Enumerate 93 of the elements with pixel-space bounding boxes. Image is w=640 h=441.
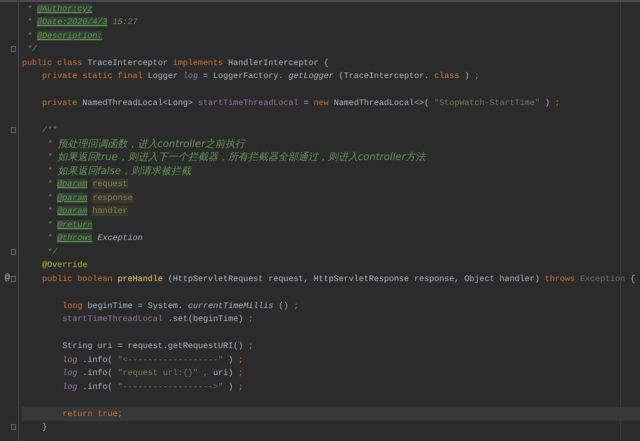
doc-comment: */ [27, 44, 38, 54]
keyword: public class [22, 58, 82, 68]
doc-tag: @param [57, 179, 88, 190]
code-text: (HttpServletRequest request, HttpServletResponse response, Object handler) [168, 274, 540, 284]
doc-tag: @param [57, 206, 88, 216]
doc-comment: * [47, 152, 52, 162]
static-field: log [62, 354, 78, 365]
code-text: = LoggerFactory. [203, 71, 284, 82]
keyword: public boolean [42, 274, 113, 284]
param-name: handler [92, 206, 128, 216]
keyword: , [203, 368, 208, 378]
string-literal: "request url:{}" [118, 368, 198, 378]
code-text: { [630, 274, 636, 284]
code-text: } [42, 422, 48, 432]
doc-comment: * [47, 220, 52, 230]
keyword: ; [238, 382, 244, 392]
code-text: String uri = request.getRequestURI() [62, 341, 244, 352]
keyword: throws [544, 274, 575, 284]
keyword: private [42, 98, 78, 108]
code-text: Logger [148, 71, 178, 82]
code-text: .info( [82, 368, 113, 378]
doc-comment: * [47, 166, 52, 176]
doc-comment: * [47, 138, 52, 149]
static-field: log [62, 382, 78, 392]
code-text: ) [544, 98, 550, 108]
doc-comment: 15:27 [112, 17, 138, 28]
code-text: TraceInterceptor [87, 58, 168, 68]
doc-comment: 预处理回调函数，进入controller之前执行 [57, 138, 246, 151]
keyword: ; [248, 314, 254, 324]
doc-comment: /** [42, 125, 58, 136]
fold-icon[interactable] [11, 276, 16, 282]
doc-comment: * [47, 233, 52, 244]
doc-comment: */ [47, 246, 58, 257]
code-text: NamedThreadLocal<>( [334, 98, 430, 108]
keyword: private static final [42, 71, 143, 82]
param-name: request [92, 179, 128, 190]
keyword: ; [248, 341, 254, 352]
exception-type: Exception [97, 233, 143, 244]
doc-comment: * [47, 192, 52, 203]
code-text: ) [228, 354, 234, 365]
code-text: = [304, 98, 309, 108]
code-text: (TraceInterceptor. [338, 71, 430, 82]
doc-tag: @Description: [37, 30, 102, 41]
code-text: ) [464, 71, 470, 82]
doc-comment: * [27, 17, 32, 28]
doc-tag: @Date:2020/4/3 [37, 17, 108, 28]
keyword: ; [238, 354, 244, 365]
code-text: HandlerInterceptor { [228, 58, 329, 68]
keyword: ; [554, 98, 560, 108]
string-literal: "------------------>" [118, 382, 224, 392]
keyword: return true; [62, 408, 123, 419]
doc-tag: @return [57, 220, 92, 230]
annotation: @Override [42, 260, 88, 270]
code-text: .info( [82, 382, 113, 392]
code-text: beginTime = System. [87, 300, 183, 311]
fold-icon[interactable] [11, 248, 16, 255]
doc-comment: * [47, 206, 52, 216]
code-text: .info( [82, 354, 113, 365]
static-method-call: currentTimeMillis [188, 300, 274, 311]
method-name: preHandle [118, 274, 163, 284]
doc-tag: @throws [57, 233, 92, 244]
keyword: ; [238, 368, 244, 378]
keyword: ; [294, 300, 299, 311]
doc-tag: @param [57, 192, 88, 203]
field-name: startTimeThreadLocal [62, 314, 163, 324]
keyword: class [434, 71, 460, 82]
unused-type: Exception [580, 274, 626, 284]
keyword: implements [172, 58, 224, 68]
static-method-call: getLogger [288, 71, 334, 82]
keyword: new [314, 98, 329, 108]
doc-comment: * [27, 30, 32, 41]
doc-comment: 如果返回true，则进入下一个拦截器，所有拦截器全部通过，则进入controller方法 [57, 150, 426, 164]
fold-icon[interactable] [11, 127, 16, 134]
static-field: log [182, 71, 198, 82]
string-literal: "<------------------" [118, 354, 224, 365]
doc-comment: 如果返回false，则请求被拦截 [57, 164, 192, 178]
override-marker[interactable]: @ [4, 274, 10, 284]
fold-icon[interactable] [11, 424, 16, 430]
param-name: response [92, 192, 133, 203]
field-name: startTimeThreadLocal [198, 98, 299, 108]
code-text: ) [228, 382, 234, 392]
code-text: uri) [213, 368, 234, 378]
keyword: ; [474, 71, 480, 82]
string-literal: "StopWatch-StartTime" [434, 98, 540, 108]
code-text: .set(beginTime) [168, 314, 244, 324]
doc-comment: * [27, 4, 32, 14]
doc-comment: * [47, 179, 52, 190]
static-field: log [62, 368, 78, 378]
fold-icon[interactable] [11, 46, 16, 52]
code-text: NamedThreadLocal<Long> [82, 98, 193, 108]
code-text: () [278, 300, 289, 311]
keyword: long [62, 300, 82, 311]
doc-tag: @Author:cyz [37, 4, 92, 14]
